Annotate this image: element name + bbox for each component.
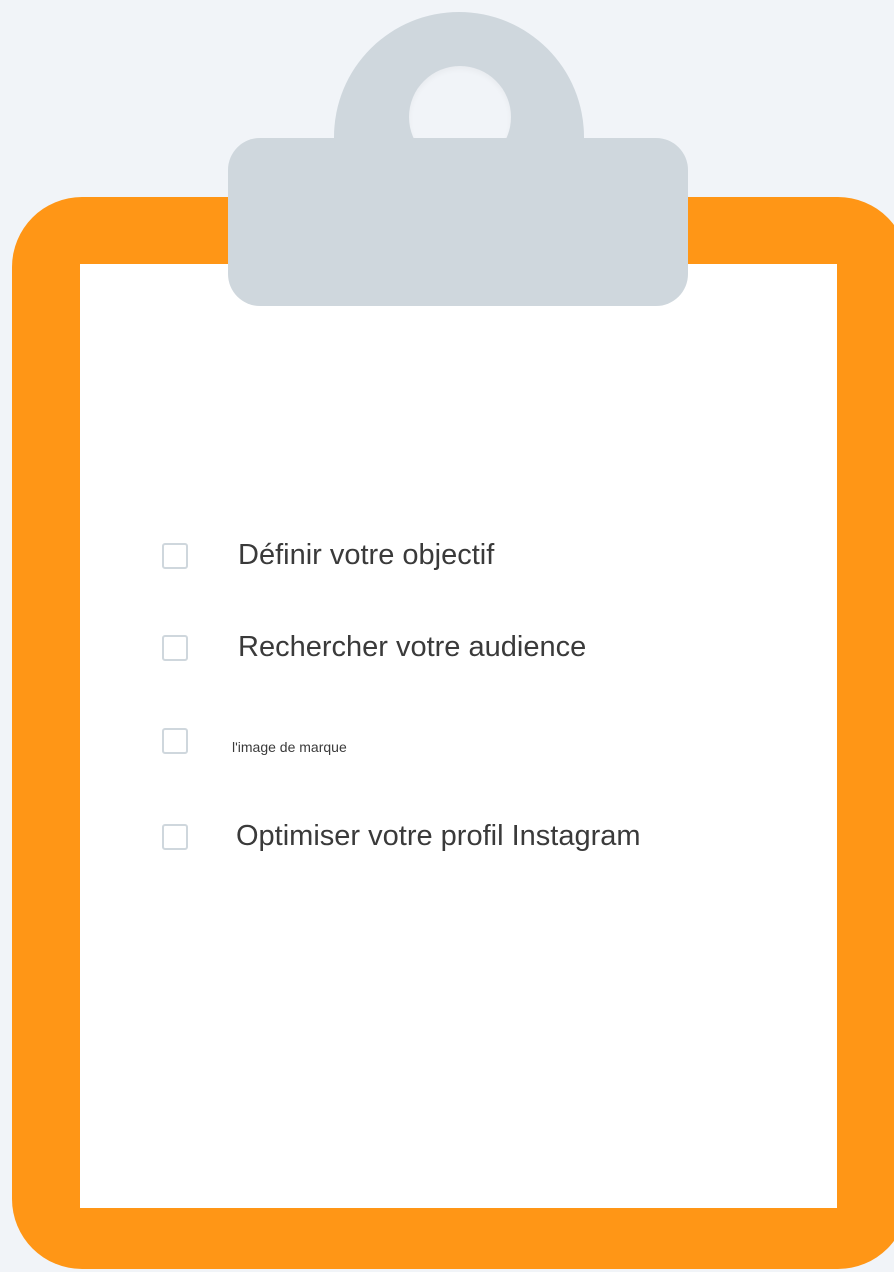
checkbox[interactable]	[162, 634, 188, 661]
checklist-item-label: Rechercher votre audience	[238, 631, 587, 663]
clip-plate	[228, 138, 688, 306]
checkbox[interactable]	[162, 728, 188, 754]
checklist-item-label: l'image de marque	[232, 739, 347, 755]
checklist-item-label: Définir votre objectif	[238, 539, 495, 571]
checkbox[interactable]	[162, 823, 188, 850]
checklist-item[interactable]: Optimiser votre profil Instagram	[162, 820, 641, 853]
checklist-item[interactable]: l'image de marque	[162, 727, 347, 755]
checklist-item[interactable]: Rechercher votre audience	[162, 631, 586, 664]
checkbox[interactable]	[162, 542, 188, 569]
checklist-item[interactable]: Définir votre objectif	[162, 539, 494, 572]
clipboard-illustration: Définir votre objectif Rechercher votre …	[0, 0, 894, 1272]
checklist-item-label: Optimiser votre profil Instagram	[236, 820, 641, 852]
